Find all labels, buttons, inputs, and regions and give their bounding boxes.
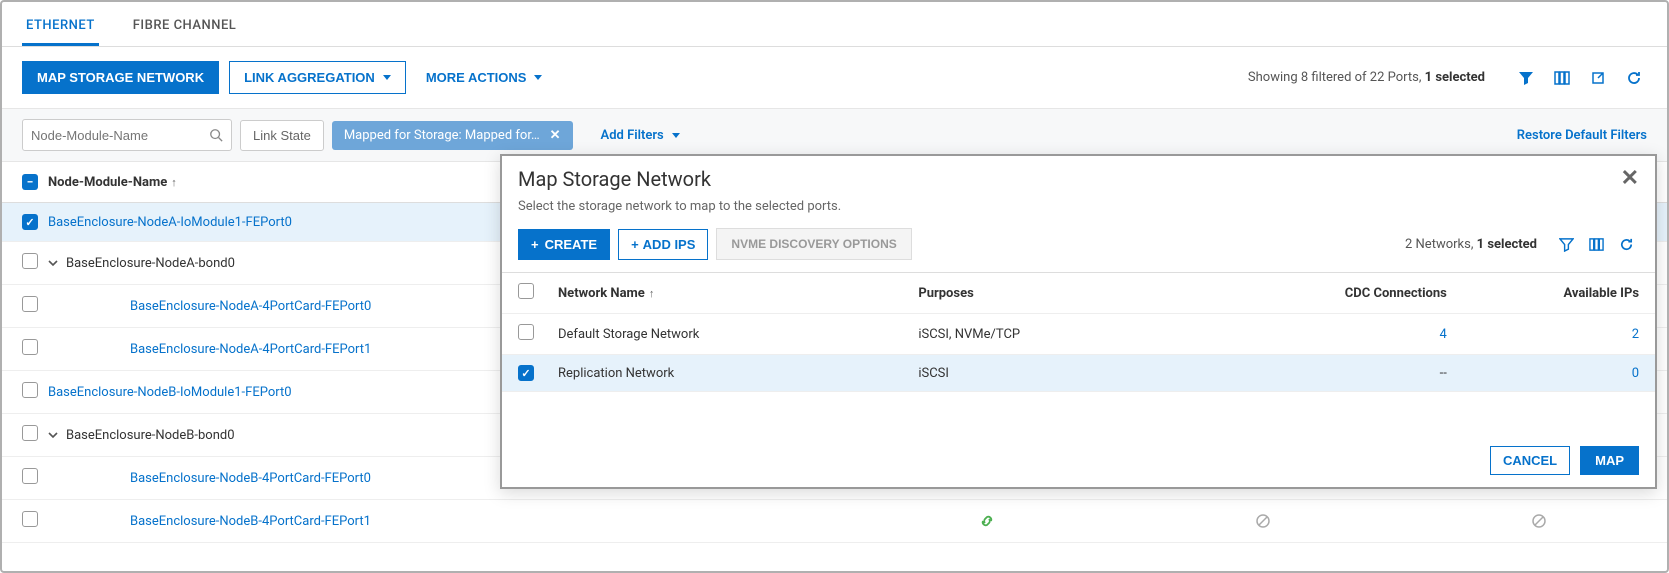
column-header-network-name[interactable]: Network Name↑ [558, 286, 918, 301]
popout-icon[interactable] [1585, 65, 1611, 91]
cell-purposes: iSCSI [918, 366, 1206, 381]
refresh-icon[interactable] [1621, 65, 1647, 91]
row-label[interactable]: BaseEnclosure-NodeB-4PortCard-FEPort0 [130, 471, 371, 486]
row-checkbox[interactable] [22, 296, 38, 312]
close-icon[interactable]: ✕ [1621, 166, 1639, 191]
tabs: ETHERNET FIBRE CHANNEL [2, 2, 1667, 47]
tab-fibre-channel[interactable]: FIBRE CHANNEL [129, 10, 241, 46]
filter-icon[interactable] [1553, 231, 1579, 257]
row-checkbox[interactable] [22, 214, 38, 230]
cell-cdc: -- [1207, 366, 1447, 381]
table-row[interactable]: BaseEnclosure-NodeB-4PortCard-FEPort1 [2, 500, 1667, 543]
search-icon [209, 128, 223, 142]
row-checkbox[interactable] [22, 253, 38, 269]
cell-purposes: iSCSI, NVMe/TCP [918, 327, 1206, 342]
select-all-checkbox[interactable] [518, 283, 534, 299]
map-storage-network-button[interactable]: MAP STORAGE NETWORK [22, 61, 219, 94]
cell-ips[interactable]: 2 [1447, 327, 1639, 342]
link-aggregation-button[interactable]: LINK AGGREGATION [229, 61, 406, 94]
row-checkbox[interactable] [22, 339, 38, 355]
columns-icon[interactable] [1583, 231, 1609, 257]
cell-ips[interactable]: 0 [1447, 366, 1639, 381]
row-checkbox[interactable] [22, 511, 38, 527]
columns-icon[interactable] [1549, 65, 1575, 91]
row-label[interactable]: BaseEnclosure-NodeB-4PortCard-FEPort1 [130, 514, 371, 529]
row-checkbox[interactable] [22, 382, 38, 398]
chevron-down-icon[interactable] [48, 430, 60, 440]
link-icon [979, 513, 995, 529]
sort-ascending-icon: ↑ [649, 287, 655, 300]
chevron-down-icon [534, 75, 542, 80]
toolbar: MAP STORAGE NETWORK LINK AGGREGATION MOR… [2, 47, 1667, 108]
chevron-down-icon [383, 75, 391, 80]
dialog-title: Map Storage Network [518, 167, 711, 191]
map-button[interactable]: MAP [1580, 446, 1639, 475]
column-header-ips[interactable]: Available IPs [1447, 286, 1639, 301]
add-ips-button[interactable]: +ADD IPS [618, 229, 708, 260]
row-label: BaseEnclosure-NodeB-bond0 [66, 428, 235, 443]
status-text: Showing 8 filtered of 22 Ports, 1 select… [1248, 70, 1485, 85]
search-input[interactable] [31, 128, 209, 143]
cancel-button[interactable]: CANCEL [1490, 446, 1570, 475]
row-label[interactable]: BaseEnclosure-NodeA-IoModule1-FEPort0 [48, 215, 292, 230]
search-input-wrap[interactable] [22, 119, 232, 151]
nvme-discovery-options-button: NVME DISCOVERY OPTIONS [716, 228, 911, 260]
indeterminate-checkbox[interactable]: − [22, 174, 38, 190]
row-checkbox[interactable] [518, 324, 534, 340]
row-checkbox[interactable] [22, 425, 38, 441]
restore-default-filters[interactable]: Restore Default Filters [1517, 128, 1647, 143]
cell-cdc[interactable]: 4 [1207, 327, 1447, 342]
refresh-icon[interactable] [1613, 231, 1639, 257]
create-button[interactable]: +CREATE [518, 229, 610, 260]
add-filters-button[interactable]: Add Filters [601, 128, 680, 143]
row-label[interactable]: BaseEnclosure-NodeB-IoModule1-FEPort0 [48, 385, 292, 400]
map-storage-network-dialog: Map Storage Network ✕ Select the storage… [500, 154, 1657, 489]
row-label: BaseEnclosure-NodeA-bond0 [66, 256, 235, 271]
plus-icon: + [531, 237, 539, 252]
more-actions-button[interactable]: MORE ACTIONS [416, 62, 553, 93]
dialog-subtitle: Select the storage network to map to the… [502, 195, 1655, 228]
blocked-icon [1255, 513, 1271, 529]
table-row[interactable]: Default Storage NetworkiSCSI, NVMe/TCP42 [502, 314, 1655, 355]
blocked-icon [1531, 513, 1547, 529]
row-label[interactable]: BaseEnclosure-NodeA-4PortCard-FEPort1 [130, 342, 371, 357]
row-checkbox[interactable] [518, 365, 534, 381]
table-row[interactable]: Replication NetworkiSCSI--0 [502, 355, 1655, 392]
column-header-name[interactable]: Node-Module-Name↑ [48, 175, 177, 190]
modal-status-text: 2 Networks, 1 selected [1405, 237, 1537, 252]
column-header-cdc[interactable]: CDC Connections [1207, 286, 1447, 301]
filter-icon[interactable] [1513, 65, 1539, 91]
cell-network-name: Default Storage Network [558, 327, 918, 342]
column-header-purposes[interactable]: Purposes [918, 286, 1206, 301]
sort-ascending-icon: ↑ [171, 176, 177, 189]
row-label[interactable]: BaseEnclosure-NodeA-4PortCard-FEPort0 [130, 299, 371, 314]
chevron-down-icon[interactable] [48, 258, 60, 268]
close-icon[interactable]: ✕ [550, 128, 561, 143]
mapped-for-storage-chip[interactable]: Mapped for Storage: Mapped for… ✕ [332, 121, 573, 150]
link-state-filter[interactable]: Link State [240, 120, 324, 151]
chevron-down-icon [672, 133, 680, 138]
modal-table-header: Network Name↑ Purposes CDC Connections A… [502, 273, 1655, 314]
cell-network-name: Replication Network [558, 366, 918, 381]
tab-ethernet[interactable]: ETHERNET [22, 10, 99, 46]
plus-icon: + [631, 237, 639, 252]
row-checkbox[interactable] [22, 468, 38, 484]
